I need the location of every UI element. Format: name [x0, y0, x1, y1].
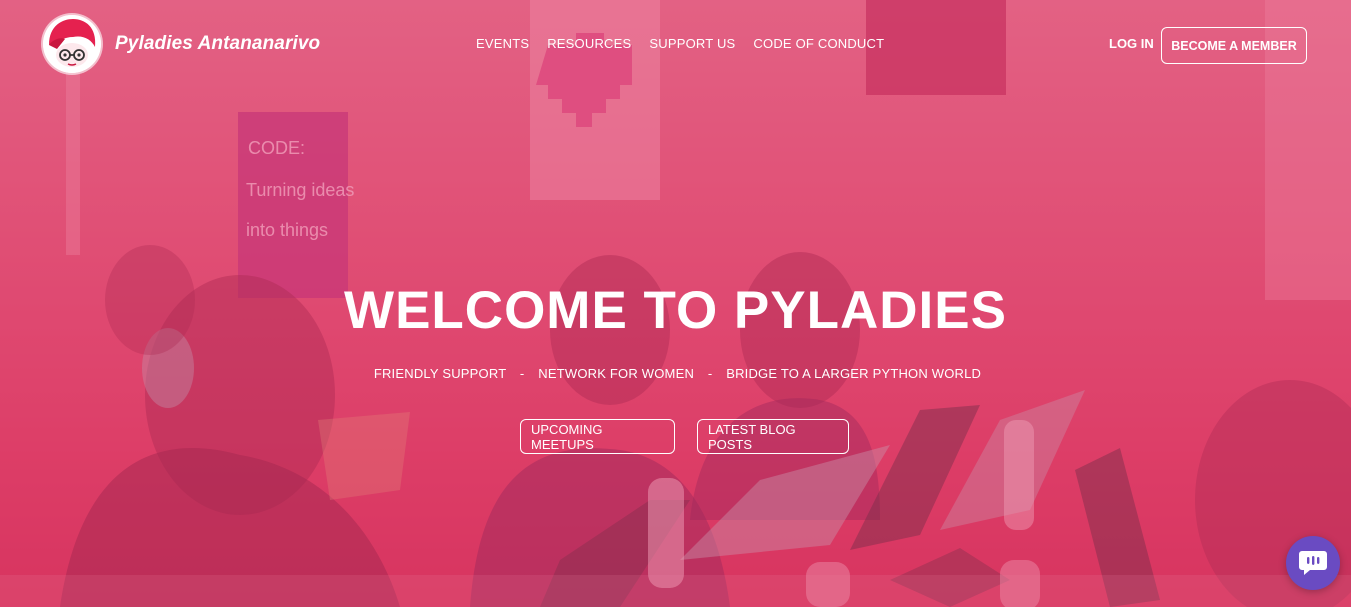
tagline-item-network-for-women: NETWORK FOR WOMEN	[538, 366, 695, 381]
tagline-separator: -	[707, 366, 713, 381]
hero-cta-row: UPCOMING MEETUPS LATEST BLOG POSTS	[520, 419, 849, 454]
nav-support-us[interactable]: SUPPORT US	[649, 36, 735, 51]
nav-resources[interactable]: RESOURCES	[547, 36, 631, 51]
tagline-item-friendly-support: FRIENDLY SUPPORT	[373, 366, 507, 381]
latest-blog-posts-button[interactable]: LATEST BLOG POSTS	[697, 419, 849, 454]
chat-bubble-icon	[1299, 551, 1327, 575]
brand-link[interactable]: Pyladies Antananarivo	[43, 15, 320, 73]
hero-tagline: FRIENDLY SUPPORT - NETWORK FOR WOMEN - B…	[0, 366, 1351, 381]
chat-widget-button[interactable]	[1286, 536, 1340, 590]
tagline-separator: -	[519, 366, 525, 381]
nav-code-of-conduct[interactable]: CODE OF CONDUCT	[753, 36, 884, 51]
nav-events[interactable]: EVENTS	[476, 36, 529, 51]
tagline-item-bridge: BRIDGE TO A LARGER PYTHON WORLD	[726, 366, 982, 381]
pyladies-logo-icon	[43, 15, 101, 73]
hero-headline: WELCOME TO PYLADIES	[344, 281, 1007, 340]
upcoming-meetups-button[interactable]: UPCOMING MEETUPS	[520, 419, 675, 454]
brand-name: Pyladies Antananarivo	[115, 33, 321, 54]
become-member-button[interactable]: BECOME A MEMBER	[1161, 27, 1307, 64]
login-link[interactable]: LOG IN	[1109, 36, 1154, 51]
main-nav: EVENTS RESOURCES SUPPORT US CODE OF COND…	[476, 36, 884, 51]
